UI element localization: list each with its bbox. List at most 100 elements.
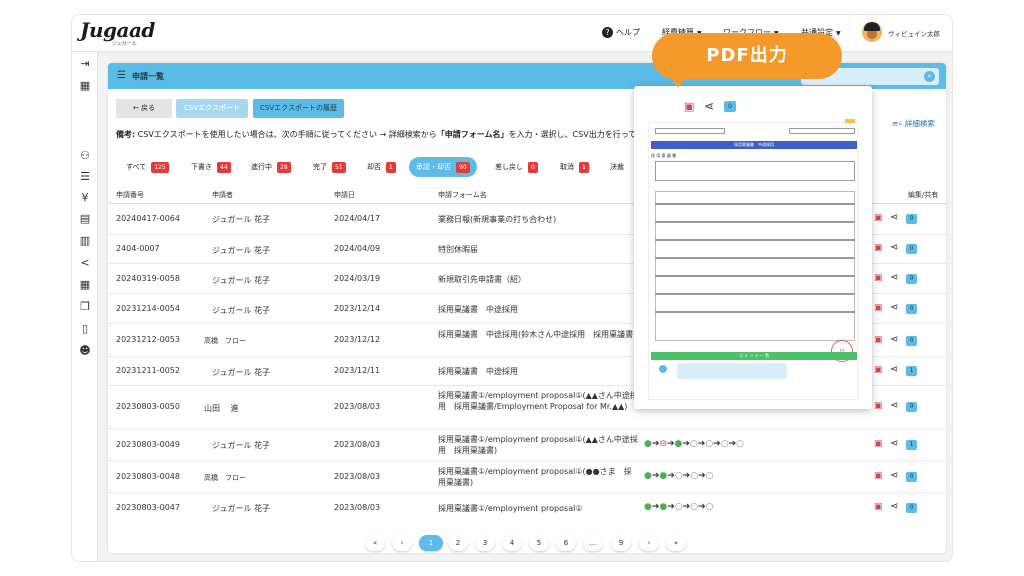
pdf-icon[interactable]: ▣ — [874, 401, 883, 411]
filter-draft[interactable]: 下書き 44 — [191, 157, 231, 177]
table-row[interactable]: 20230803-0047 ジュガール 花子 2023/08/03 採用稟議書①… — [108, 493, 946, 523]
help-icon: ? — [602, 27, 613, 38]
share-icon[interactable]: ⋖ — [890, 242, 898, 253]
filter-in-progress[interactable]: 進行中 28 — [251, 157, 291, 177]
share-icon[interactable]: ⋖ — [890, 470, 898, 481]
filter-label: 差し戻し — [495, 163, 523, 171]
page-1[interactable]: 1 — [419, 535, 443, 551]
filter-rejected[interactable]: 却否 1 — [367, 157, 396, 177]
share-icon[interactable]: ⋖ — [890, 212, 898, 223]
filter-label: 承認・却否 — [416, 163, 451, 171]
page-9[interactable]: 9 — [611, 535, 631, 551]
pdf-icon[interactable]: ▣ — [874, 273, 883, 283]
share-icon[interactable]: ⋖ — [890, 334, 898, 345]
comment-badge[interactable]: 0 — [906, 336, 917, 346]
doc-line — [655, 257, 855, 259]
share-icon[interactable]: ⋖ — [704, 99, 714, 113]
page-first[interactable]: « — [365, 535, 385, 551]
share-icon[interactable]: ⋖ — [890, 272, 898, 283]
share-icon[interactable]: ⋖ — [890, 438, 898, 449]
search-icon[interactable]: ⌕ — [924, 71, 935, 82]
page-prev[interactable]: ‹ — [392, 535, 412, 551]
share-icon[interactable]: ⋖ — [890, 400, 898, 411]
chevron-down-icon: ▼ — [836, 30, 841, 37]
app-logo[interactable]: Jugaad — [80, 18, 155, 42]
filter-count: 28 — [277, 161, 291, 173]
share-icon[interactable]: ⋖ — [890, 302, 898, 313]
filter-decided[interactable]: 決裁 — [610, 157, 624, 177]
page-5[interactable]: 5 — [529, 535, 549, 551]
comment-badge[interactable]: 1 — [906, 366, 917, 376]
back-button[interactable]: ← 戻る — [116, 99, 172, 118]
share-icon[interactable]: ⋖ — [890, 364, 898, 375]
yen-icon[interactable]: ¥ — [79, 192, 91, 204]
help-link[interactable]: ? ヘルプ — [602, 27, 640, 38]
filter-all[interactable]: すべて 125 — [126, 157, 169, 177]
doc-line — [655, 293, 855, 295]
comment-badge[interactable]: 1 — [906, 440, 917, 450]
col-header-applicant[interactable]: 申請者 — [212, 190, 233, 200]
pdf-icon[interactable]: ▣ — [874, 439, 883, 449]
pdf-icon[interactable]: ▣ — [874, 502, 883, 512]
page-next[interactable]: › — [639, 535, 659, 551]
user-name[interactable]: ヴィビュイン太郎 — [888, 28, 940, 38]
building-icon[interactable]: ▦ — [79, 80, 91, 92]
document-icon[interactable]: ▤ — [79, 213, 91, 225]
col-header-no[interactable]: 申請番号 — [116, 190, 144, 200]
pdf-icon[interactable]: ▣ — [874, 365, 883, 375]
avatar[interactable] — [862, 22, 882, 42]
csv-history-button[interactable]: CSVエクスポートの履歴 — [253, 99, 344, 118]
comment-badge[interactable]: 0 — [906, 503, 917, 513]
comment-badge[interactable]: 0 — [906, 472, 917, 482]
filter-approve-reject[interactable]: 承認・却否 90 — [409, 157, 477, 177]
doc-line — [655, 203, 855, 205]
row-date: 2023/08/03 — [334, 472, 381, 481]
filter-count: 51 — [332, 161, 346, 173]
grid-icon[interactable]: ▦ — [79, 279, 91, 291]
page-2[interactable]: 2 — [448, 535, 468, 551]
copy-icon[interactable]: ❐ — [79, 301, 91, 313]
face-icon[interactable]: ☻ — [79, 345, 91, 357]
comment-badge[interactable]: 0 — [906, 244, 917, 254]
col-header-form[interactable]: 申請フォーム名 — [438, 190, 487, 200]
list-icon[interactable]: ☰ — [79, 171, 91, 183]
pdf-icon[interactable]: ▣ — [874, 303, 883, 313]
advanced-search-link[interactable]: ≡⌕ 詳細検索 — [892, 118, 935, 129]
step-done-icon: ● — [659, 471, 668, 481]
pdf-icon[interactable]: ▣ — [874, 471, 883, 481]
comment-badge[interactable]: 0 — [906, 214, 917, 224]
filter-sent-back[interactable]: 差し戻し 0 — [495, 157, 538, 177]
filter-label: すべて — [126, 163, 147, 171]
pdf-icon[interactable]: ▣ — [874, 243, 883, 253]
page-4[interactable]: 4 — [502, 535, 522, 551]
table-row[interactable]: 20230803-0048 高橋 フロー 2023/08/03 採用稟議書①/e… — [108, 461, 946, 493]
users-icon[interactable]: ⚇ — [79, 150, 91, 162]
pdf-icon[interactable]: ▣ — [874, 335, 883, 345]
comment-badge[interactable]: 0 — [906, 304, 917, 314]
share-icon[interactable]: ⋖ — [890, 501, 898, 512]
share-icon[interactable]: < — [79, 257, 91, 269]
approval-flow: ●➔⊖➔●➔○➔○➔○➔○ — [644, 439, 744, 449]
page-6[interactable]: 6 — [556, 535, 576, 551]
pdf-icon[interactable]: ▣ — [684, 100, 694, 113]
col-header-date[interactable]: 申請日 — [334, 190, 355, 200]
page-last[interactable]: » — [666, 535, 686, 551]
filter-complete[interactable]: 完了 51 — [313, 157, 346, 177]
comment-badge[interactable]: 0 — [906, 402, 917, 412]
pdf-icon[interactable]: ▣ — [874, 213, 883, 223]
note-label: 備考: — [116, 130, 136, 139]
row-date: 2024/03/19 — [334, 274, 381, 283]
page-3[interactable]: 3 — [475, 535, 495, 551]
step-pending-icon: ○ — [689, 439, 698, 449]
collapse-icon[interactable]: ⇥ — [79, 58, 91, 70]
filter-label: 進行中 — [251, 163, 272, 171]
form-icon[interactable]: ▥ — [79, 235, 91, 247]
csv-export-button[interactable]: CSVエクスポート — [176, 99, 248, 118]
book-icon[interactable]: ▯ — [79, 323, 91, 335]
row-form: 採用稟議書①/employment proposal①(▲▲さん中途採用 採用稟… — [438, 391, 638, 411]
row-form: 採用稟議書 中途採用 — [438, 305, 518, 314]
table-row[interactable]: 20230803-0049 ジュガール 花子 2023/08/03 採用稟議書①… — [108, 429, 946, 461]
comment-badge[interactable]: 0 — [724, 101, 736, 112]
comment-badge[interactable]: 0 — [906, 274, 917, 284]
filter-cancelled[interactable]: 取消 1 — [560, 157, 589, 177]
